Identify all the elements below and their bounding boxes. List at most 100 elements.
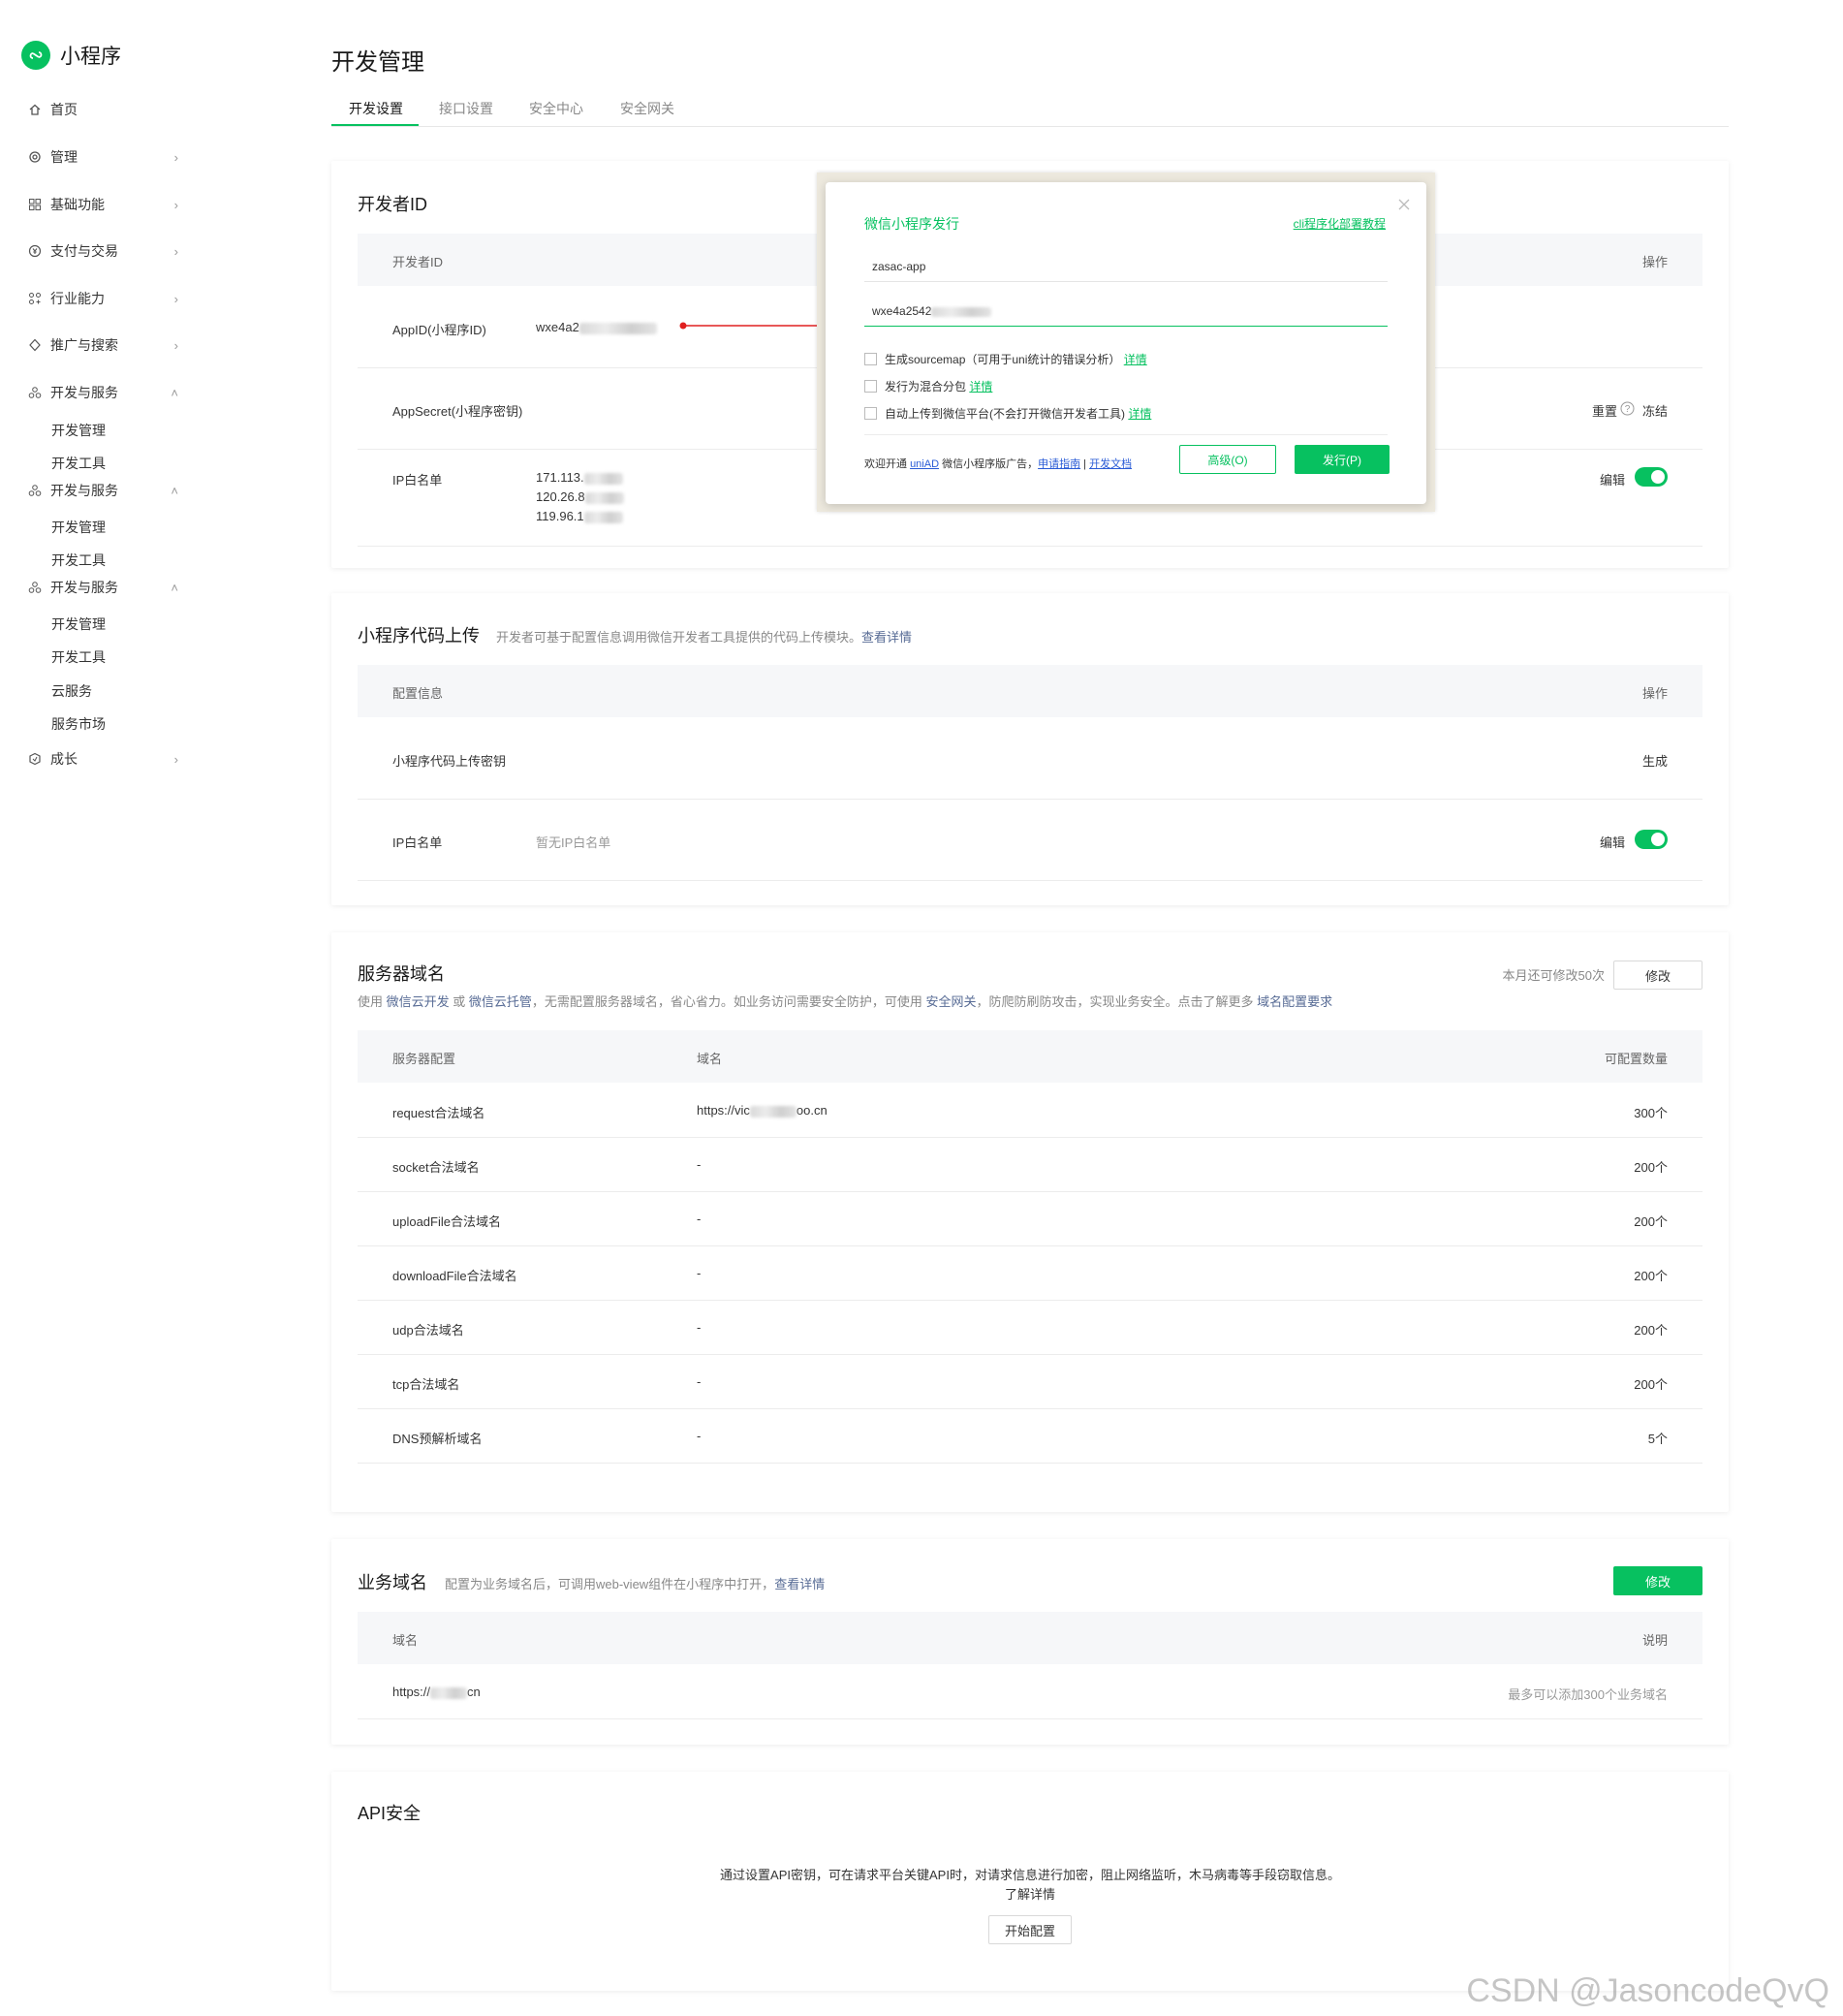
chevron-up-icon: ˄ [171,483,178,498]
sidebar-subitem-dev-manage[interactable]: 开发管理 [51,421,106,440]
uniad-link[interactable]: uniAD [910,458,939,470]
modify-button[interactable]: 修改 [1613,1566,1702,1595]
freeze-link[interactable]: 冻结 [1642,401,1668,420]
chevron-right-icon: › [173,243,178,259]
appid-label: AppID(小程序ID) [392,323,486,337]
col-operation: 操作 [1641,686,1668,701]
table-header: 域名 说明 [358,1612,1702,1664]
active-tab-indicator [331,124,419,126]
ip-whitelist-toggle[interactable] [1635,467,1668,487]
view-details-link[interactable]: 查看详情 [774,1577,825,1591]
sidebar-item-payment[interactable]: 支付与交易 › [27,239,178,263]
card-title: 服务器域名 [358,964,445,984]
apply-guide-link[interactable]: 申请指南 [1038,458,1080,470]
details-link[interactable]: 详情 [969,378,992,394]
sidebar-item-growth[interactable]: 成长 › [27,747,178,771]
tab-dev-settings[interactable]: 开发设置 [349,99,403,118]
app-name-field[interactable]: zasac-app [864,246,1388,282]
view-details-link[interactable]: 查看详情 [861,630,912,645]
ip-entry: 119.96.1 [536,509,623,523]
code-icon [27,483,43,498]
modify-button[interactable]: 修改 [1613,961,1702,990]
sidebar-item-basic[interactable]: 基础功能 › [27,193,178,216]
app-name: 小程序 [60,46,121,68]
sourcemap-checkbox[interactable]: 生成sourcemap（可用于uni统计的错误分析） 详情 [864,351,1147,367]
learn-more-link[interactable]: 了解详情 [331,1884,1729,1903]
sidebar-item-label: 行业能力 [50,291,105,306]
sidebar-item-label: 支付与交易 [50,243,118,259]
sidebar-subitem-dev-manage[interactable]: 开发管理 [51,518,106,537]
card-description: 开发者可基于配置信息调用微信开发者工具提供的代码上传模块。查看详情 [496,630,913,645]
col-developer-id: 开发者ID [392,255,444,269]
col-operation: 操作 [1641,255,1668,269]
details-link[interactable]: 详情 [1128,405,1151,422]
redacted-blur [584,491,624,504]
redacted-blur [583,472,623,485]
sidebar-item-industry[interactable]: 行业能力 › [27,287,178,310]
grid-icon [27,197,43,212]
cloud-hosting-link[interactable]: 微信云托管 [469,994,532,1009]
tab-bar: 开发设置 接口设置 安全中心 安全网关 [331,95,1729,127]
sidebar-item-dev-services[interactable]: 开发与服务 ˄ [27,381,178,404]
table-row: tcp合法域名 - 200个 [358,1354,1702,1409]
table-row: downloadFile合法域名 - 200个 [358,1245,1702,1301]
chevron-right-icon: › [173,197,178,212]
edit-link[interactable]: 编辑 [1600,833,1625,851]
col-note: 说明 [1641,1633,1668,1648]
api-security-card: API安全 通过设置API密钥，可在请求平台关键API时，对请求信息进行加密，阻… [331,1772,1729,1991]
sidebar-item-manage[interactable]: 管理 › [27,145,178,169]
edit-link[interactable]: 编辑 [1600,470,1625,488]
tab-security-gateway[interactable]: 安全网关 [620,99,674,118]
ip-entry: 171.113. [536,470,623,485]
domain-value: - [697,1266,702,1280]
chevron-right-icon: › [173,149,178,165]
domain-requirements-link[interactable]: 域名配置要求 [1257,994,1332,1009]
appid-value: wxe4a2 [536,320,657,334]
publish-button[interactable]: 发行(P) [1295,445,1390,474]
auto-upload-checkbox[interactable]: 自动上传到微信平台(不会打开微信开发者工具) 详情 [864,405,1151,422]
sidebar-subitem-dev-manage[interactable]: 开发管理 [51,614,106,634]
cli-tutorial-link[interactable]: cli程序化部署教程 [1294,215,1386,232]
sidebar-subitem-cloud[interactable]: 云服务 [51,681,92,701]
sidebar-subitem-market[interactable]: 服务市场 [51,714,106,734]
sidebar-subitem-dev-tools[interactable]: 开发工具 [51,551,106,570]
checkbox-icon [864,353,877,365]
card-description: 使用 微信云开发 或 微信云托管，无需配置服务器域名，省心省力。如业务访问需要安… [358,994,1333,1009]
security-gateway-link[interactable]: 安全网关 [926,994,977,1009]
details-link[interactable]: 详情 [1124,351,1147,367]
sidebar-item-dev-services[interactable]: 开发与服务 ˄ [27,576,178,599]
domain-value: - [697,1374,702,1389]
appid-field[interactable]: wxe4a2542 [864,291,1388,327]
sidebar-subitem-dev-tools[interactable]: 开发工具 [51,647,106,667]
code-icon [27,385,43,400]
sidebar-item-label: 成长 [50,751,78,767]
ip-whitelist-label: IP白名单 [392,473,443,488]
checkbox-icon [864,407,877,420]
code-icon [27,580,43,595]
help-icon[interactable]: ? [1620,401,1635,419]
close-icon[interactable] [1397,198,1411,214]
domain-type: uploadFile合法域名 [392,1214,501,1229]
sidebar-item-home[interactable]: 首页 [27,98,178,121]
miniprogram-logo-icon [21,41,50,70]
reset-link[interactable]: 重置 [1592,401,1617,420]
mixed-subpackage-checkbox[interactable]: 发行为混合分包 详情 [864,378,992,394]
card-title: API安全 [358,1804,422,1823]
app-logo[interactable]: 小程序 [21,41,121,70]
dev-docs-link[interactable]: 开发文档 [1089,458,1132,470]
col-config: 配置信息 [392,686,444,701]
page-title: 开发管理 [331,49,424,76]
sidebar-item-dev-services[interactable]: 开发与服务 ˄ [27,479,178,502]
generate-link[interactable]: 生成 [1642,751,1668,770]
tab-api-settings[interactable]: 接口设置 [439,99,493,118]
cloud-dev-link[interactable]: 微信云开发 [387,994,450,1009]
sidebar-item-promotion[interactable]: 推广与搜索 › [27,333,178,357]
sidebar-subitem-dev-tools[interactable]: 开发工具 [51,454,106,473]
ip-whitelist-toggle[interactable] [1635,830,1668,849]
tag-icon [27,337,43,353]
advanced-button[interactable]: 高级(O) [1179,445,1276,474]
checkbox-icon [864,380,877,393]
chevron-up-icon: ˄ [171,580,178,595]
start-config-button[interactable]: 开始配置 [988,1915,1072,1944]
tab-security-center[interactable]: 安全中心 [529,99,583,118]
